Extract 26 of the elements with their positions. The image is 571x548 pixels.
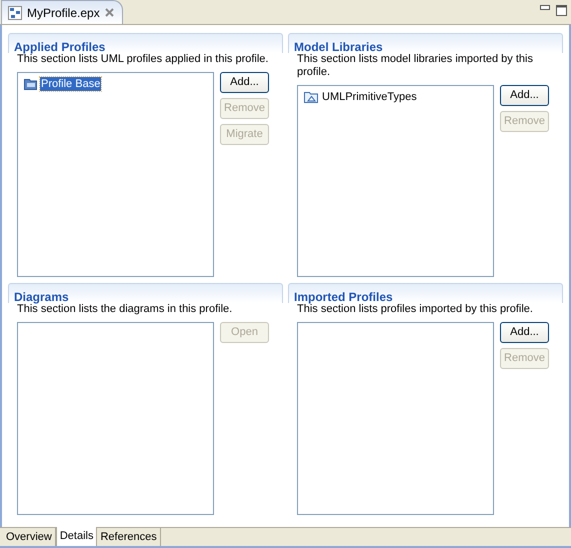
editor-tab[interactable]: MyProfile.epx bbox=[1, 0, 123, 24]
close-icon[interactable] bbox=[104, 8, 114, 17]
minimize-icon[interactable] bbox=[540, 5, 550, 10]
list-item[interactable]: Profile Base bbox=[40, 77, 102, 91]
section-title: Diagrams bbox=[14, 290, 69, 304]
action-button[interactable]: Add... bbox=[220, 72, 269, 93]
action-button[interactable]: Add... bbox=[500, 322, 549, 343]
section-description: This section lists model libraries imported by this profile. bbox=[297, 53, 534, 79]
section-title: Model Libraries bbox=[294, 40, 383, 54]
list-box[interactable]: UMLPrimitiveTypes bbox=[297, 85, 494, 277]
list-box[interactable] bbox=[17, 322, 214, 515]
library-folder-icon bbox=[304, 91, 319, 103]
list-item[interactable]: UMLPrimitiveTypes bbox=[321, 90, 418, 104]
section-title: Imported Profiles bbox=[294, 290, 393, 304]
maximize-icon[interactable] bbox=[556, 5, 567, 16]
profile-folder-icon bbox=[24, 78, 38, 90]
tab-title: MyProfile.epx bbox=[27, 4, 100, 22]
file-icon bbox=[8, 6, 22, 20]
section-description: This section lists profiles imported by this profile. bbox=[297, 303, 534, 316]
list-box[interactable]: Profile Base bbox=[17, 72, 214, 277]
list-box[interactable] bbox=[297, 322, 494, 515]
section-description: This section lists UML profiles applied in this profile. bbox=[17, 53, 270, 66]
section-description: This section lists the diagrams in this profile. bbox=[17, 303, 234, 316]
section-title: Applied Profiles bbox=[14, 40, 106, 54]
action-button[interactable]: Add... bbox=[500, 85, 549, 106]
page-tab[interactable]: Details bbox=[56, 527, 98, 546]
